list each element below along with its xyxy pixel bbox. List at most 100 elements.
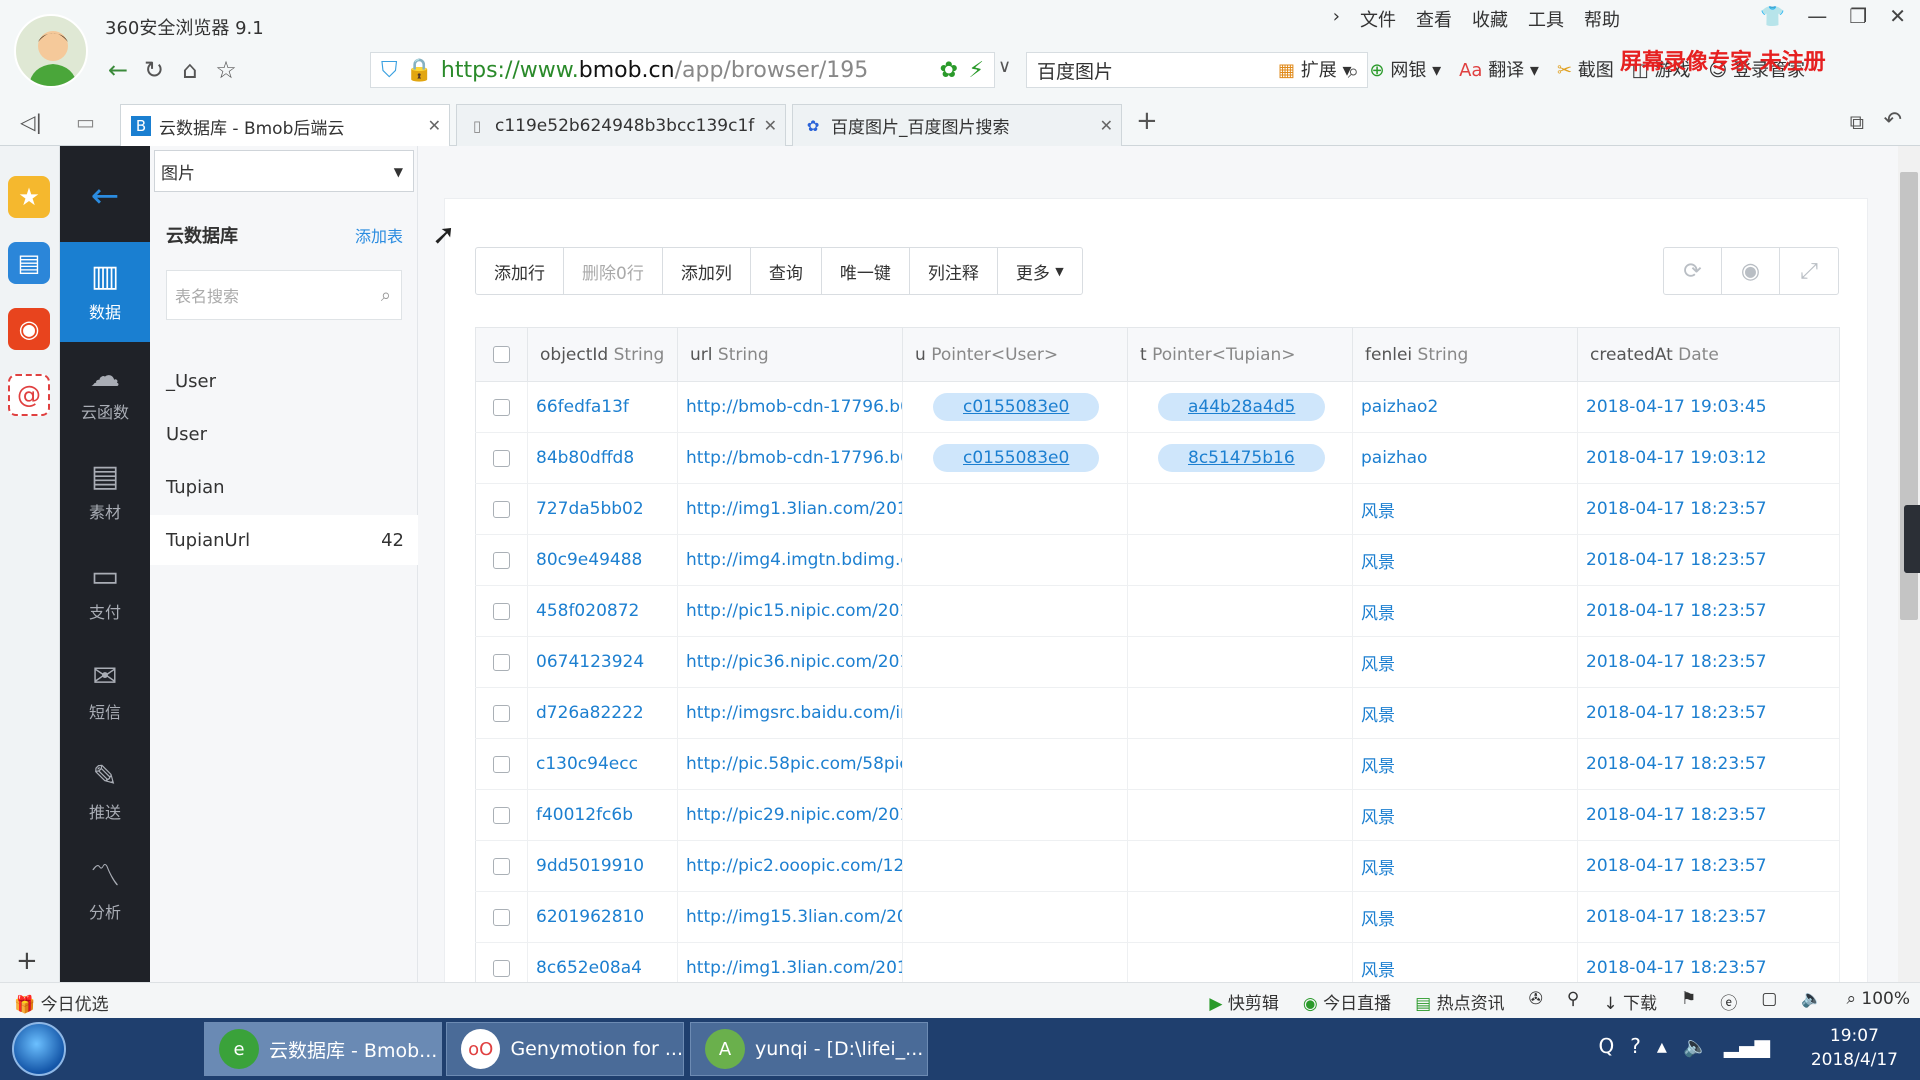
ext-extensions[interactable]: ▦ 扩展 ▾ xyxy=(1278,56,1352,82)
table-row[interactable]: f40012fc6b http://pic29.nipic.com/2013 风景 2… xyxy=(475,789,1840,841)
ie-icon[interactable]: ⓔ xyxy=(1720,989,1737,1014)
row-checkbox[interactable] xyxy=(493,959,510,977)
tab-close-icon[interactable]: ✕ xyxy=(1100,116,1113,135)
cell-fenlei[interactable]: 风景 xyxy=(1352,789,1578,841)
cell-createdat[interactable]: 2018-04-17 19:03:45 xyxy=(1577,381,1840,433)
cell-fenlei[interactable]: paizhao2 xyxy=(1352,381,1578,433)
undo-close-icon[interactable]: ↶ xyxy=(1884,108,1902,133)
nav-analytics[interactable]: 〽 分析 xyxy=(60,842,150,942)
status-live[interactable]: ◉ 今日直播 xyxy=(1303,989,1391,1014)
lightning-icon[interactable]: ⚡ xyxy=(969,58,984,83)
new-tab-button[interactable]: + xyxy=(1136,106,1158,136)
volume-icon[interactable]: 🔈 xyxy=(1801,989,1822,1014)
app-select[interactable]: 图片 ▼ xyxy=(154,150,414,192)
cell-objectid[interactable]: 84b80dffd8 xyxy=(527,432,678,484)
cell-fenlei[interactable]: 风景 xyxy=(1352,687,1578,739)
row-checkbox[interactable] xyxy=(493,704,510,722)
flag-icon[interactable]: ⚑ xyxy=(1681,989,1696,1014)
pointer-link[interactable]: a44b28a4d5 xyxy=(1158,393,1326,421)
row-select-cell[interactable] xyxy=(475,585,528,637)
cell-objectid[interactable]: c130c94ecc xyxy=(527,738,678,790)
row-checkbox[interactable] xyxy=(493,755,510,773)
search-icon[interactable]: ⌕ xyxy=(381,285,391,306)
nav-assets[interactable]: ▤ 素材 xyxy=(60,442,150,542)
cell-objectid[interactable]: 66fedfa13f xyxy=(527,381,678,433)
pointer-link[interactable]: c0155083e0 xyxy=(933,393,1100,421)
favorites-star-icon[interactable]: ★ xyxy=(8,176,50,218)
table-search-input[interactable]: 表名搜索 ⌕ xyxy=(166,270,402,320)
row-select-cell[interactable] xyxy=(475,381,528,433)
cell-u-pointer[interactable] xyxy=(902,687,1128,739)
url-field[interactable]: ⛉ 🔒 https://www. bmob.cn/app/browser/195 … xyxy=(370,52,995,88)
status-hot-news[interactable]: ▤ 热点资讯 xyxy=(1415,989,1504,1014)
cell-u-pointer[interactable] xyxy=(902,636,1128,688)
eye-icon[interactable]: ◉ xyxy=(1722,248,1780,294)
row-select-cell[interactable] xyxy=(475,789,528,841)
cell-url[interactable]: http://bmob-cdn-17796.b0. xyxy=(677,432,903,484)
column-header-objectid[interactable]: objectId String xyxy=(527,327,678,382)
cell-url[interactable]: http://img15.3lian.com/201 xyxy=(677,891,903,943)
cell-createdat[interactable]: 2018-04-17 18:23:57 xyxy=(1577,789,1840,841)
table-row[interactable]: 727da5bb02 http://img1.3lian.com/2015. 风景 2… xyxy=(475,483,1840,535)
speaker-icon[interactable]: 🔈 xyxy=(1683,1034,1708,1058)
cell-objectid[interactable]: f40012fc6b xyxy=(527,789,678,841)
home-icon[interactable]: ⌂ xyxy=(172,52,208,88)
table-item-tupianurl[interactable]: TupianUrl 42 xyxy=(150,515,418,565)
cell-t-pointer[interactable] xyxy=(1127,891,1353,943)
cell-createdat[interactable]: 2018-04-17 19:03:12 xyxy=(1577,432,1840,484)
compat-mode-icon[interactable]: ✿ xyxy=(940,58,958,83)
cell-url[interactable]: http://bmob-cdn-17796.b0. xyxy=(677,381,903,433)
row-checkbox[interactable] xyxy=(493,806,510,824)
cell-createdat[interactable]: 2018-04-17 18:23:57 xyxy=(1577,891,1840,943)
query-button[interactable]: 查询 xyxy=(751,248,822,294)
row-checkbox[interactable] xyxy=(493,857,510,875)
cell-objectid[interactable]: 458f020872 xyxy=(527,585,678,637)
cell-t-pointer[interactable]: 8c51475b16 xyxy=(1127,432,1353,484)
accelerate-icon[interactable]: ✇ xyxy=(1529,989,1543,1014)
cell-url[interactable]: http://pic15.nipic.com/2011 xyxy=(677,585,903,637)
column-header-createdat[interactable]: createdAt Date xyxy=(1577,327,1840,382)
row-checkbox[interactable] xyxy=(493,398,510,416)
cell-createdat[interactable]: 2018-04-17 18:23:57 xyxy=(1577,636,1840,688)
restore-windows-icon[interactable]: ⧉ xyxy=(1850,110,1864,134)
more-dropdown[interactable]: 更多 ▼ xyxy=(998,248,1082,294)
cell-objectid[interactable]: d726a82222 xyxy=(527,687,678,739)
row-checkbox[interactable] xyxy=(493,908,510,926)
row-select-cell[interactable] xyxy=(475,738,528,790)
nav-sms[interactable]: ✉ 短信 xyxy=(60,642,150,742)
cell-url[interactable]: http://img4.imgtn.bdimg.co xyxy=(677,534,903,586)
cell-u-pointer[interactable] xyxy=(902,891,1128,943)
nav-payment[interactable]: ▭ 支付 xyxy=(60,542,150,642)
cell-u-pointer[interactable] xyxy=(902,789,1128,841)
add-shortcut-icon[interactable]: + xyxy=(16,946,38,976)
refresh-icon[interactable]: ↻ xyxy=(136,52,172,88)
table-item-user[interactable]: User xyxy=(150,409,418,459)
pointer-link[interactable]: 8c51475b16 xyxy=(1158,444,1325,472)
table-row[interactable]: 458f020872 http://pic15.nipic.com/2011 风景 2… xyxy=(475,585,1840,637)
tab-bmob-database[interactable]: B 云数据库 - Bmob后端云 ✕ xyxy=(120,104,450,147)
weibo-icon[interactable]: ◉ xyxy=(8,308,50,350)
zoom-level[interactable]: ⌕ 100% xyxy=(1846,989,1910,1014)
row-checkbox[interactable] xyxy=(493,449,510,467)
cell-fenlei[interactable]: 风景 xyxy=(1352,636,1578,688)
add-column-button[interactable]: 添加列 xyxy=(663,248,751,294)
row-checkbox[interactable] xyxy=(493,653,510,671)
cell-createdat[interactable]: 2018-04-17 18:23:57 xyxy=(1577,534,1840,586)
network-icon[interactable]: ▂▄▆ xyxy=(1724,1034,1770,1058)
cell-u-pointer[interactable]: c0155083e0 xyxy=(902,381,1128,433)
table-row[interactable]: 6201962810 http://img15.3lian.com/201 风景 20… xyxy=(475,891,1840,943)
tab-list-icon[interactable]: ▭ xyxy=(76,110,95,134)
menu-view[interactable]: 查看 xyxy=(1416,6,1452,32)
cell-fenlei[interactable]: 风景 xyxy=(1352,534,1578,586)
cell-t-pointer[interactable] xyxy=(1127,789,1353,841)
cell-u-pointer[interactable] xyxy=(902,738,1128,790)
status-today-picks[interactable]: 🎁 今日优选 xyxy=(14,990,109,1015)
column-header-url[interactable]: url String xyxy=(677,327,903,382)
status-download[interactable]: ↓ 下载 xyxy=(1603,989,1657,1014)
table-item-_user[interactable]: _User xyxy=(150,356,418,406)
ext-screenshot[interactable]: ✂ 截图 xyxy=(1557,56,1614,82)
menu-expand-icon[interactable]: › xyxy=(1333,6,1340,32)
start-button[interactable] xyxy=(12,1022,66,1076)
skin-icon[interactable]: 👕 xyxy=(1760,4,1785,28)
ext-translate[interactable]: Aa 翻译 ▾ xyxy=(1459,56,1539,82)
